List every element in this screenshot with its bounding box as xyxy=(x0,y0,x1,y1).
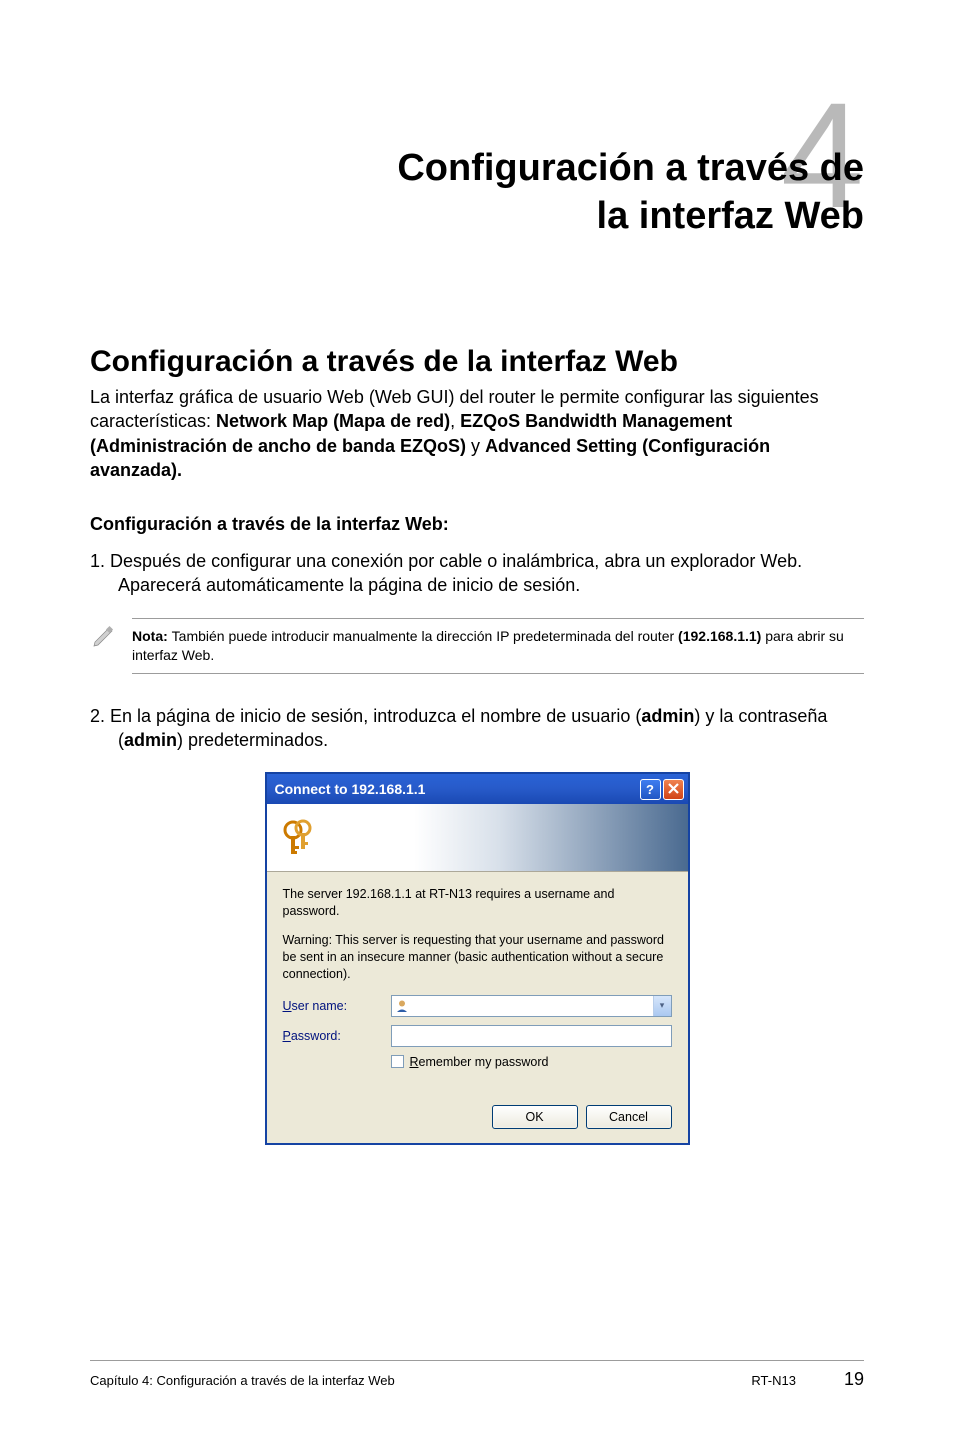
remember-checkbox[interactable] xyxy=(391,1055,404,1068)
chevron-down-icon: ▾ xyxy=(660,1000,665,1011)
intro-sep-1: , xyxy=(450,411,460,431)
titlebar-buttons: ? xyxy=(640,779,684,800)
help-button[interactable]: ? xyxy=(640,779,661,800)
footer-model: RT-N13 xyxy=(751,1373,796,1388)
password-input[interactable] xyxy=(391,1025,672,1047)
intro-sep-2: y xyxy=(466,436,485,456)
remember-row: Remember my password xyxy=(391,1055,672,1069)
dialog-title: Connect to 192.168.1.1 xyxy=(275,781,426,797)
intro-bold-1: Network Map (Mapa de red) xyxy=(216,411,450,431)
ok-button[interactable]: OK xyxy=(492,1105,578,1129)
username-label: User name: xyxy=(283,999,391,1013)
chapter-title-line1: Configuración a través de xyxy=(397,147,864,189)
login-dialog: Connect to 192.168.1.1 ? xyxy=(265,772,690,1144)
username-field[interactable] xyxy=(412,996,653,1016)
chapter-title: Configuración a través de la interfaz We… xyxy=(90,145,864,240)
username-combobox[interactable]: ▾ xyxy=(391,995,672,1017)
dialog-footer: OK Cancel xyxy=(267,1105,688,1143)
step-2-bold-2: admin xyxy=(124,730,177,750)
step-2-bold-1: admin xyxy=(641,706,694,726)
note-box: Nota: También puede introducir manualmen… xyxy=(132,618,864,674)
note-divider-bottom xyxy=(132,673,864,674)
note-label: Nota: xyxy=(132,628,172,644)
combobox-arrow[interactable]: ▾ xyxy=(653,996,671,1016)
step-2-post: ) predeterminados. xyxy=(177,730,328,750)
note-text-a: También puede introducir manualmente la … xyxy=(172,628,678,644)
remember-label: Remember my password xyxy=(410,1055,549,1069)
dialog-header-banner xyxy=(267,804,688,872)
password-accel: P xyxy=(283,1029,291,1043)
chapter-title-line2: la interfaz Web xyxy=(597,195,864,237)
note-ip: (192.168.1.1) xyxy=(678,628,761,644)
footer-chapter-label: Capítulo 4: Configuración a través de la… xyxy=(90,1373,395,1388)
dialog-message-1: The server 192.168.1.1 at RT-N13 require… xyxy=(283,886,672,920)
step-1: 1. Después de configurar una conexión po… xyxy=(90,549,864,598)
close-icon xyxy=(668,782,679,797)
step-2: 2. En la página de inicio de sesión, int… xyxy=(90,704,864,753)
username-row: User name: ▾ xyxy=(283,995,672,1017)
note-divider-top xyxy=(132,618,864,619)
username-accel: U xyxy=(283,999,292,1013)
section-heading: Configuración a través de la interfaz We… xyxy=(90,345,864,379)
keys-icon xyxy=(279,816,323,860)
close-button[interactable] xyxy=(663,779,684,800)
step-2-number: 2. xyxy=(90,706,110,726)
username-label-rest: ser name: xyxy=(292,999,348,1013)
dialog-body: The server 192.168.1.1 at RT-N13 require… xyxy=(267,872,688,1104)
page-footer: Capítulo 4: Configuración a través de la… xyxy=(90,1360,864,1390)
step-2-pre: En la página de inicio de sesión, introd… xyxy=(110,706,641,726)
login-dialog-wrapper: Connect to 192.168.1.1 ? xyxy=(90,772,864,1144)
cancel-button[interactable]: Cancel xyxy=(586,1105,672,1129)
remember-label-rest: emember my password xyxy=(419,1055,549,1069)
step-1-number: 1. xyxy=(90,551,110,571)
password-label-rest: assword: xyxy=(291,1029,341,1043)
sub-heading: Configuración a través de la interfaz We… xyxy=(90,514,864,535)
pencil-note-icon xyxy=(90,624,116,655)
password-row: Password: xyxy=(283,1025,672,1047)
note-content: Nota: También puede introducir manualmen… xyxy=(132,623,864,669)
dialog-message-2: Warning: This server is requesting that … xyxy=(283,932,672,983)
dialog-titlebar[interactable]: Connect to 192.168.1.1 ? xyxy=(267,774,688,804)
password-label: Password: xyxy=(283,1029,391,1043)
user-avatar-icon xyxy=(392,996,412,1016)
intro-paragraph: La interfaz gráfica de usuario Web (Web … xyxy=(90,385,864,482)
footer-page-number: 19 xyxy=(844,1369,864,1390)
remember-accel: R xyxy=(410,1055,419,1069)
step-1-text: Después de configurar una conexión por c… xyxy=(110,551,802,595)
